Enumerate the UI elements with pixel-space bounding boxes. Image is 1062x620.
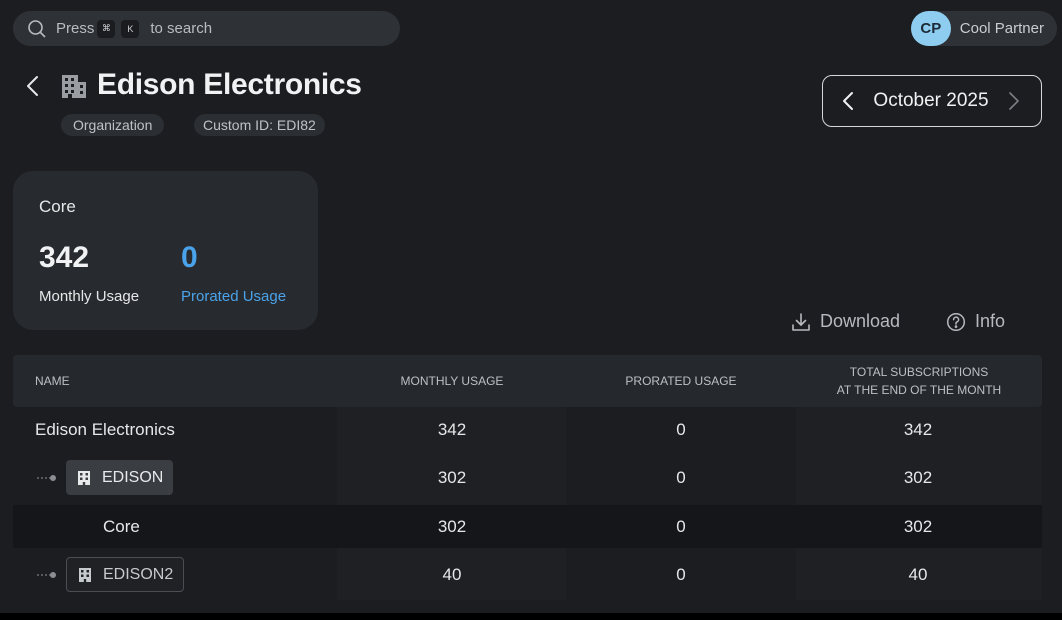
tree-connector-icon bbox=[37, 475, 56, 481]
row-prorated[interactable]: 0 bbox=[621, 420, 741, 440]
usage-summary-card: Core 342 Monthly Usage 0 Prorated Usage bbox=[13, 171, 318, 330]
row-monthly: 40 bbox=[442, 565, 462, 584]
column-header-prorated: PRORATED USAGE bbox=[625, 374, 737, 388]
info-label: Info bbox=[975, 311, 1006, 331]
k-key: K bbox=[121, 19, 140, 38]
row-name: EDISON2 bbox=[103, 565, 174, 583]
help-circle-icon bbox=[946, 312, 966, 331]
row-name: Core bbox=[103, 517, 140, 536]
download-button[interactable]: Download bbox=[791, 311, 900, 332]
prorated-usage-label: Prorated Usage bbox=[181, 288, 287, 305]
bottom-edge bbox=[0, 613, 1062, 620]
download-icon bbox=[792, 312, 810, 331]
org-tag-edison2[interactable]: EDISON2 bbox=[66, 557, 185, 592]
chevron-left-icon[interactable] bbox=[841, 91, 855, 111]
user-name: Cool Partner bbox=[959, 20, 1044, 37]
row-prorated[interactable]: 0 bbox=[621, 468, 741, 488]
back-arrow-icon[interactable] bbox=[24, 74, 44, 98]
row-total: 302 bbox=[903, 468, 933, 487]
tree-connector-icon bbox=[37, 572, 56, 578]
row-monthly: 302 bbox=[437, 468, 467, 487]
row-name: EDISON bbox=[102, 468, 164, 486]
search-suffix: to search bbox=[150, 20, 213, 37]
command-key: ⌘ bbox=[97, 19, 116, 38]
row-name: Edison Electronics bbox=[35, 420, 175, 439]
row-total: 40 bbox=[908, 565, 928, 584]
avatar: CP bbox=[910, 11, 951, 46]
page-title: Edison Electronics bbox=[97, 68, 362, 101]
column-header-total: TOTAL SUBSCRIPTIONS AT THE END OF THE MO… bbox=[836, 365, 1002, 397]
row-prorated[interactable]: 0 bbox=[621, 565, 741, 585]
search-bar[interactable]: Press ⌘ K to search bbox=[13, 11, 400, 46]
building-icon bbox=[78, 470, 90, 485]
table-header: NAME MONTHLY USAGE PRORATED USAGE TOTAL … bbox=[13, 355, 1042, 407]
search-icon bbox=[28, 19, 46, 38]
month-label: October 2025 bbox=[873, 90, 989, 111]
row-total: 302 bbox=[903, 517, 933, 536]
prorated-usage-value: 0 bbox=[181, 241, 198, 274]
column-header-monthly: MONTHLY USAGE bbox=[400, 374, 504, 388]
building-icon bbox=[79, 567, 91, 582]
row-monthly: 302 bbox=[437, 517, 467, 536]
column-header-name: NAME bbox=[35, 374, 70, 388]
user-menu[interactable]: CP Cool Partner bbox=[910, 11, 1057, 46]
info-button[interactable]: Info bbox=[946, 311, 1005, 332]
row-monthly: 342 bbox=[437, 420, 467, 439]
product-name: Core bbox=[39, 197, 76, 216]
monthly-usage-label: Monthly Usage bbox=[39, 288, 140, 305]
month-picker: October 2025 bbox=[822, 75, 1042, 127]
chevron-right-icon[interactable] bbox=[1007, 91, 1021, 111]
monthly-usage-value: 342 bbox=[39, 241, 90, 274]
search-prefix: Press bbox=[56, 20, 95, 37]
building-icon bbox=[62, 75, 86, 98]
download-label: Download bbox=[820, 311, 901, 331]
organization-chip: Organization bbox=[61, 114, 165, 136]
row-prorated[interactable]: 0 bbox=[621, 517, 741, 537]
org-tag-edison[interactable]: EDISON bbox=[66, 460, 174, 495]
row-total: 342 bbox=[903, 420, 933, 439]
custom-id-chip: Custom ID: EDI82 bbox=[194, 114, 325, 136]
